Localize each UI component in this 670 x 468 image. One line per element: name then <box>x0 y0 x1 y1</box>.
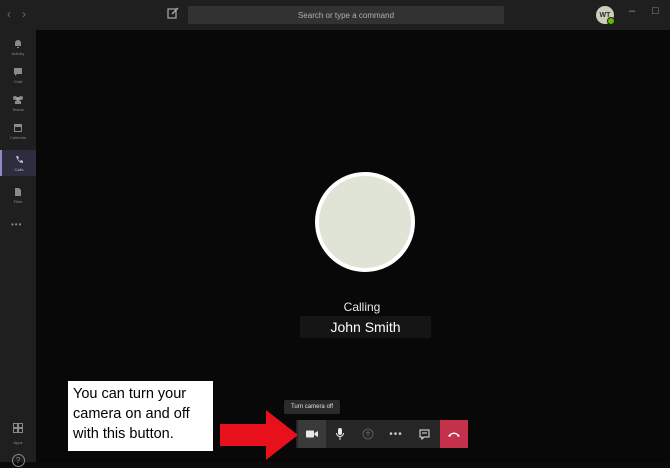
chat-button[interactable] <box>410 420 438 448</box>
rail-label: Activity <box>11 50 25 56</box>
rail-item-apps[interactable]: Apps <box>0 420 36 445</box>
rail-label: Calendar <box>9 134 27 140</box>
apps-icon <box>13 423 23 433</box>
rail-item-calls[interactable]: Calls <box>0 150 36 176</box>
rail-label: Calls <box>14 166 24 172</box>
avatar[interactable]: WT <box>596 6 615 25</box>
annotation-line: with this button. <box>73 426 174 442</box>
more-apps-icon[interactable]: ••• <box>11 220 22 229</box>
rail-label: Files <box>13 198 23 204</box>
back-button[interactable]: ‹ <box>7 7 11 21</box>
help-icon: ? <box>11 454 25 467</box>
video-camera-icon <box>306 430 318 438</box>
maximize-button[interactable]: □ <box>652 5 659 17</box>
annotation-callout: You can turn your camera on and off with… <box>68 381 213 451</box>
help-button[interactable]: ? <box>0 450 36 468</box>
teams-icon <box>13 95 23 104</box>
rail-label: Chat <box>13 78 23 84</box>
contact-avatar <box>315 172 415 272</box>
app-rail: Activity Chat Teams Calendar Calls Files… <box>0 30 36 467</box>
search-placeholder: Search or type a command <box>297 10 395 20</box>
presence-status-icon <box>607 17 615 25</box>
search-input[interactable]: Search or type a command <box>188 6 504 24</box>
rail-label: Apps <box>13 440 23 445</box>
files-icon <box>15 187 21 196</box>
hang-up-icon <box>448 432 460 437</box>
share-screen-button[interactable] <box>354 420 382 448</box>
annotation-line: You can turn your <box>73 386 187 402</box>
camera-toggle-button[interactable] <box>298 420 326 448</box>
phone-icon <box>16 155 23 163</box>
rail-label: Teams <box>12 106 24 112</box>
microphone-icon <box>336 428 344 440</box>
call-status: Calling <box>343 300 381 314</box>
mute-button[interactable] <box>326 420 354 448</box>
calendar-icon <box>14 123 22 132</box>
red-arrow-icon <box>220 410 298 460</box>
chat-icon <box>14 67 22 76</box>
rail-item-activity[interactable]: Activity <box>0 34 36 60</box>
bell-icon <box>15 39 21 48</box>
call-controls: ••• <box>296 420 440 448</box>
contact-name: John Smith <box>330 319 401 335</box>
rail-item-calendar[interactable]: Calendar <box>0 118 36 144</box>
share-screen-icon <box>362 428 374 440</box>
rail-item-chat[interactable]: Chat <box>0 62 36 88</box>
title-bar: ‹ › Search or type a command WT – □ <box>0 0 670 30</box>
more-options-button[interactable]: ••• <box>382 420 410 448</box>
chat-bubble-icon <box>419 429 429 440</box>
annotation-line: camera on and off <box>73 406 190 422</box>
forward-button[interactable]: › <box>22 7 26 21</box>
more-icon: ••• <box>389 428 403 440</box>
hang-up-button[interactable] <box>440 420 468 448</box>
compose-icon[interactable] <box>166 6 180 20</box>
contact-name-label: John Smith <box>300 316 431 338</box>
rail-item-files[interactable]: Files <box>0 182 36 208</box>
rail-item-teams[interactable]: Teams <box>0 90 36 116</box>
minimize-button[interactable]: – <box>629 5 635 17</box>
